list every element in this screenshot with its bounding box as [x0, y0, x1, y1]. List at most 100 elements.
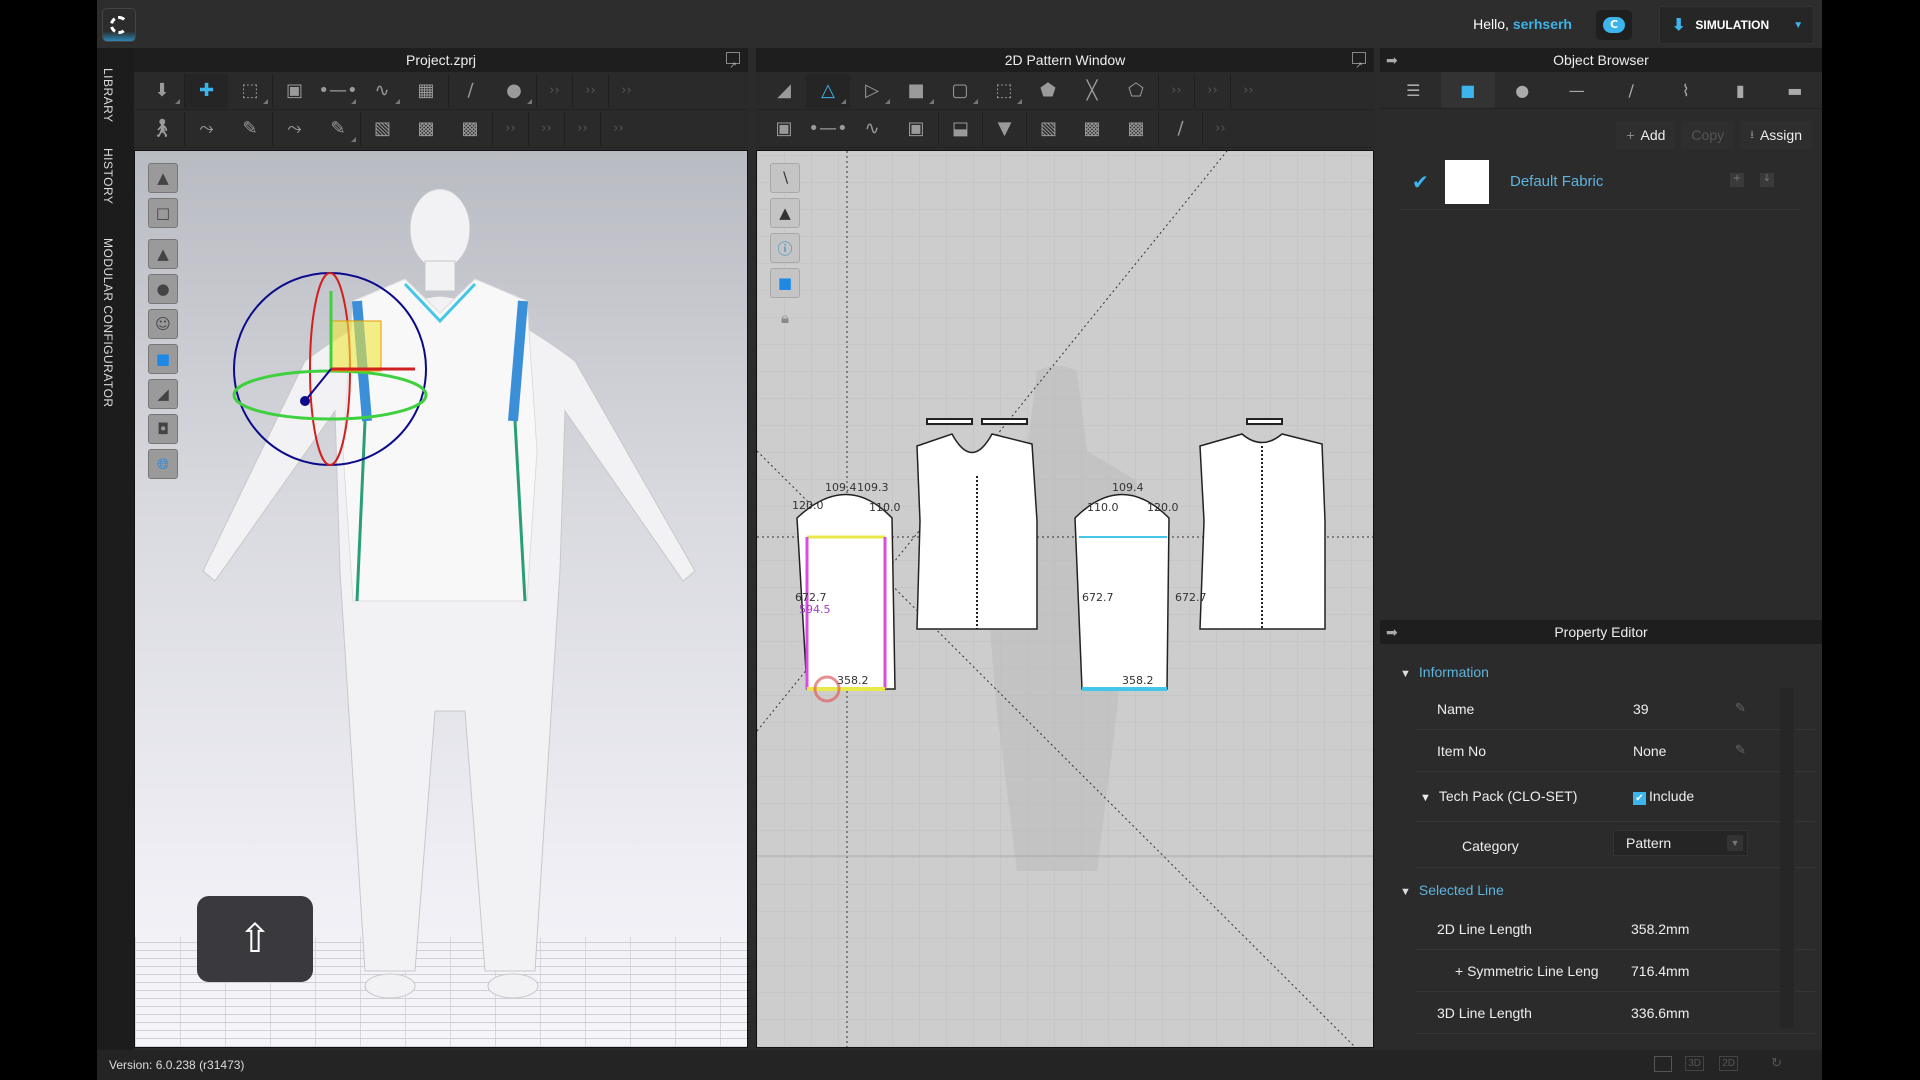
fold-icon[interactable]: ╳	[1070, 74, 1114, 108]
information-section-header[interactable]: ▼ Information	[1400, 664, 1489, 680]
avatar-show-icon[interactable]: ☺	[148, 309, 178, 339]
tack-icon[interactable]: ●	[492, 74, 536, 108]
fabric-large-icon[interactable]: ▩	[448, 112, 492, 146]
segment-sewing-icon[interactable]: ▣	[272, 73, 316, 108]
upload-button[interactable]: ⇧	[197, 896, 313, 982]
view-2d-button[interactable]: 2D	[1719, 1056, 1738, 1071]
avatar-silhouette-icon[interactable]: ◘	[148, 414, 178, 444]
collapse-arrow-icon[interactable]: ➡	[1386, 48, 1398, 72]
toolbar-expand[interactable]: ››	[536, 73, 572, 108]
zipper-icon[interactable]: ⌇	[1659, 72, 1714, 108]
popout-icon[interactable]: ↗	[1352, 52, 1366, 70]
segment-sewing-2d-icon[interactable]: ▣	[762, 112, 806, 146]
rectangle-icon[interactable]: ▢	[938, 74, 982, 108]
edit-curve-point-icon[interactable]: ▷	[850, 74, 894, 108]
toolbar-expand[interactable]: ››	[1158, 73, 1194, 108]
item-no-value[interactable]: None	[1633, 743, 1666, 759]
selected-line-section-header[interactable]: ▼ Selected Line	[1400, 882, 1504, 898]
topstitch-icon[interactable]: ∕	[1604, 72, 1659, 108]
clo-logo-icon[interactable]	[102, 8, 136, 42]
front-body-pattern[interactable]	[916, 418, 1038, 630]
name-value[interactable]: 39	[1633, 701, 1649, 717]
garment-curve-icon[interactable]: ⤳	[272, 111, 316, 146]
avatar-pen-icon[interactable]: ✎	[228, 112, 272, 146]
garment-display-icon[interactable]: □	[148, 198, 178, 228]
include-checkbox[interactable]: ✔ Include	[1633, 788, 1694, 805]
copy-button[interactable]: Copy	[1681, 121, 1735, 149]
edit-pencil-icon[interactable]: ✎	[1735, 742, 1746, 758]
notch-icon[interactable]: ⬠	[1114, 74, 1158, 108]
fabric-icon[interactable]: ■	[1440, 72, 1495, 108]
back-body-pattern[interactable]	[1199, 418, 1326, 630]
refresh-icon[interactable]: ↻	[1771, 1055, 1782, 1071]
internal-polygon-icon[interactable]: ⬚	[982, 74, 1026, 108]
arrow-down-icon[interactable]: ⬇	[140, 74, 184, 108]
select-box-icon[interactable]: ⬚	[228, 74, 272, 108]
view-3d-button[interactable]: 3D	[1685, 1056, 1704, 1071]
select-point-icon[interactable]: ◢	[762, 74, 806, 108]
toolbar-expand[interactable]: ››	[492, 111, 528, 146]
toolbar-expand[interactable]: ››	[572, 73, 608, 108]
tab-history[interactable]: HISTORY	[101, 148, 115, 204]
toolbar-expand[interactable]: ››	[564, 111, 600, 146]
fabric-small-2d-icon[interactable]: ▩	[1070, 112, 1114, 146]
edit-triangle-icon[interactable]: △	[806, 73, 850, 108]
fabric-name[interactable]: Default Fabric	[1510, 173, 1603, 190]
iron-icon[interactable]: ⬓	[938, 111, 982, 146]
lock-icon[interactable]: 🔒︎	[770, 303, 800, 333]
avatar-display-icon[interactable]: ▲	[148, 163, 178, 193]
toolbar-expand[interactable]: ››	[1230, 73, 1266, 108]
dropdown-arrow-icon[interactable]: ▼	[1793, 20, 1803, 31]
transform-move-icon[interactable]: ✚	[184, 73, 228, 108]
buttonhole-icon[interactable]: —	[1550, 72, 1605, 108]
trim-icon[interactable]: ▮	[1713, 72, 1768, 108]
polygon-icon[interactable]: ■	[894, 74, 938, 108]
transform-gizmo[interactable]	[232, 272, 428, 466]
checkmark-icon[interactable]: ✔	[1412, 170, 1429, 194]
fabric-large-2d-icon[interactable]: ▩	[1114, 112, 1158, 146]
garment-show-icon[interactable]: ▲	[148, 239, 178, 269]
curve-sewing-2d-icon[interactable]: ∿	[850, 112, 894, 146]
garment-2d-icon[interactable]: ▲	[770, 198, 800, 228]
check-sewing-icon[interactable]: ▣	[894, 112, 938, 146]
toolbar-expand[interactable]: ››	[600, 111, 636, 146]
fabric-small-icon[interactable]: ▩	[404, 112, 448, 146]
button-icon[interactable]: ▼	[982, 111, 1026, 146]
edit-pencil-icon[interactable]: ✎	[1735, 700, 1746, 716]
download-fabric-icon[interactable]: ↓	[1760, 173, 1774, 187]
avatar-measure-icon[interactable]: ⤳	[184, 111, 228, 146]
texture-2d-icon[interactable]: ▧	[1026, 111, 1070, 146]
pin-icon[interactable]: ∕	[448, 73, 492, 108]
avatar-pose-icon[interactable]: 🚶︎	[140, 112, 184, 146]
toolbar-expand[interactable]: ››	[528, 111, 564, 146]
username-link[interactable]: serhserh	[1513, 16, 1572, 32]
category-select[interactable]: Pattern ▼	[1613, 830, 1748, 856]
assign-button[interactable]: ⭳ Assign	[1740, 121, 1812, 149]
simulation-button[interactable]: ⬇ SIMULATION ▼	[1659, 6, 1814, 44]
expand-arrow-icon[interactable]: ▼	[1420, 792, 1431, 804]
list-icon[interactable]: ☰	[1386, 72, 1441, 108]
toolbar-expand[interactable]: ››	[1194, 73, 1230, 108]
2d-pattern-viewport[interactable]: 120.0 109.4 109.3 110.0 672.7 594.5 358.…	[756, 150, 1374, 1048]
line-icon[interactable]: ∕	[1158, 111, 1202, 146]
info-icon[interactable]: ⓘ	[770, 233, 800, 263]
popout-icon[interactable]: ↗	[726, 52, 740, 70]
pen-display-icon[interactable]: ∖	[770, 163, 800, 193]
free-sewing-2d-icon[interactable]: •—•	[806, 112, 850, 146]
globe-view-icon[interactable]: 🌐︎	[148, 449, 178, 479]
ruler-icon[interactable]: ▬	[1768, 72, 1823, 108]
clo-set-cloud-button[interactable]: C	[1596, 10, 1632, 40]
3d-viewport[interactable]: ▲ □ ▲ ● ☺ ■ ◢ ◘ 🌐︎ ⇧	[134, 150, 748, 1048]
garment-pen-icon[interactable]: ✎	[316, 112, 360, 146]
button-icon[interactable]: ●	[1495, 72, 1550, 108]
texture-icon[interactable]: ▧	[360, 111, 404, 146]
tab-modular-configurator[interactable]: MODULAR CONFIGURATOR	[101, 238, 115, 408]
tab-library[interactable]: LIBRARY	[101, 68, 115, 123]
duplicate-fabric-icon[interactable]: +	[1730, 173, 1744, 187]
texture-display-icon[interactable]: ◢	[148, 379, 178, 409]
add-button[interactable]: + Add	[1616, 121, 1676, 149]
pin-display-icon[interactable]: ●	[148, 274, 178, 304]
fabric-render-icon[interactable]: ■	[148, 344, 178, 374]
fabric-list-item[interactable]: ✔ Default Fabric + ↓	[1400, 158, 1800, 210]
curve-sewing-icon[interactable]: ∿	[360, 74, 404, 108]
